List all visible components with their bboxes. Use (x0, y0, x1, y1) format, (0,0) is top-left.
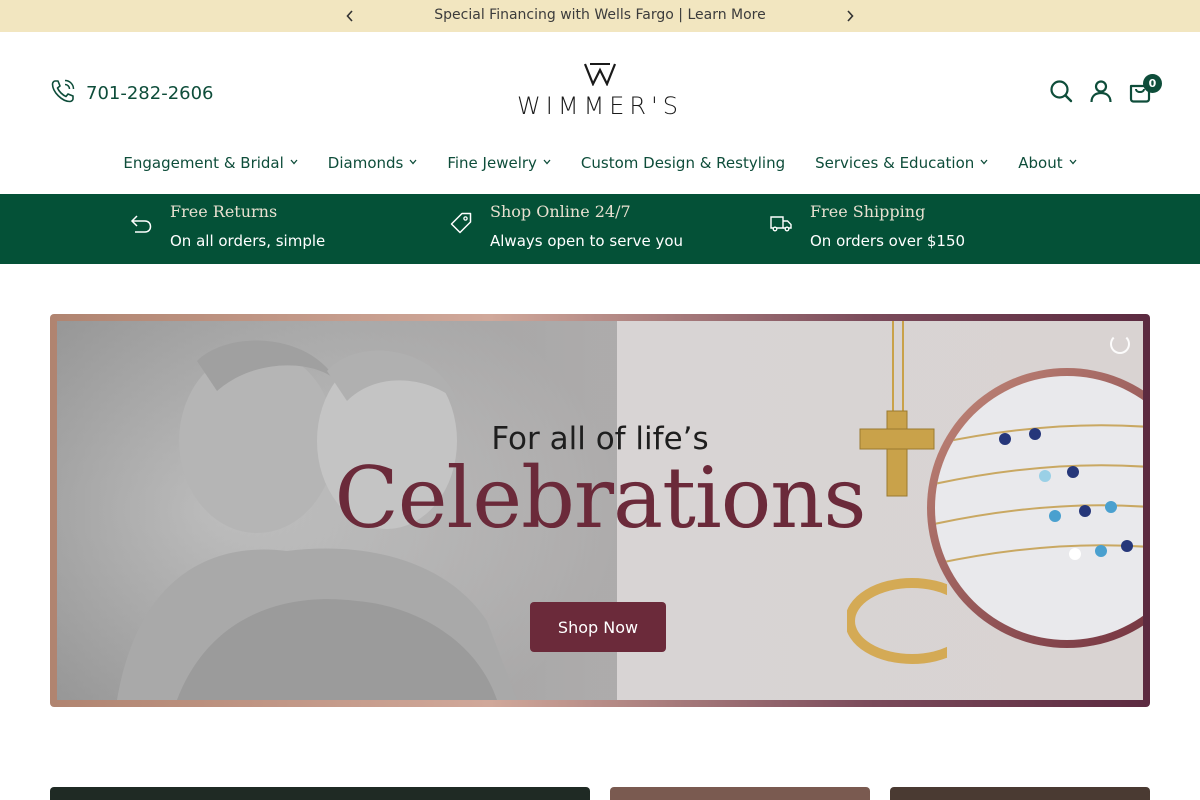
nav-item-custom-design-restyling[interactable]: Custom Design & Restyling (566, 152, 800, 174)
nav-item-engagement-bridal[interactable]: Engagement & Bridal (108, 152, 312, 174)
user-icon[interactable] (1089, 79, 1113, 103)
tag-icon (450, 212, 472, 234)
benefits-strip: Free Returns On all orders, simple Shop … (0, 194, 1200, 264)
nav-item-label: Custom Design & Restyling (580, 154, 786, 172)
benefit-title: Free Shipping (810, 202, 926, 221)
chevron-down-icon (980, 158, 988, 168)
nav-item-label: Engagement & Bridal (123, 154, 284, 172)
hero-headline-large: Celebrations (334, 449, 867, 547)
benefit-title: Shop Online 24/7 (490, 202, 631, 221)
benefit-title: Free Returns (170, 202, 278, 221)
nav-item-label: Services & Education (815, 154, 975, 172)
hero-image: For all of life’s Celebrations Shop Now (57, 321, 1143, 700)
main-nav: Engagement & Bridal Diamonds Fine Jewelry C… (0, 152, 1200, 174)
nav-item-label: Diamonds (327, 154, 404, 172)
benefit-subtitle: Always open to serve you (490, 232, 684, 250)
logo-mark-icon (584, 63, 616, 86)
phone-icon (50, 78, 76, 108)
phone-link[interactable]: 701-282-2606 (50, 78, 214, 108)
chevron-right-icon[interactable] (842, 8, 858, 24)
loading-spinner-icon (1110, 334, 1130, 354)
wimmers-logo[interactable]: WIMMER'S (514, 62, 686, 120)
feature-card-1[interactable] (50, 787, 590, 800)
nav-item-label: About (1018, 154, 1063, 172)
shop-now-button[interactable]: Shop Now (530, 602, 666, 652)
chevron-down-icon (1069, 158, 1077, 168)
return-arrow-icon (130, 215, 152, 233)
hero-banner[interactable]: For all of life’s Celebrations Shop Now (50, 314, 1150, 707)
feature-card-3[interactable] (890, 787, 1150, 800)
logo-wordmark: WIMMER'S (517, 92, 683, 120)
cart-count-badge: 0 (1143, 74, 1162, 93)
chevron-down-icon (290, 158, 298, 168)
chevron-down-icon (543, 158, 551, 168)
nav-item-services-education[interactable]: Services & Education (800, 152, 1003, 174)
search-icon[interactable] (1049, 79, 1073, 103)
phone-number[interactable]: 701-282-2606 (86, 83, 214, 104)
benefit-subtitle: On all orders, simple (170, 232, 326, 250)
feature-card-2[interactable] (610, 787, 870, 800)
nav-item-fine-jewelry[interactable]: Fine Jewelry (432, 152, 566, 174)
announcement-text[interactable]: Special Financing with Wells Fargo | Lea… (0, 7, 1200, 23)
nav-item-label: Fine Jewelry (447, 154, 537, 172)
announcement-bar: Special Financing with Wells Fargo | Lea… (0, 0, 1200, 32)
chevron-down-icon (409, 158, 417, 168)
truck-icon (770, 216, 792, 232)
nav-item-about[interactable]: About (1003, 152, 1091, 174)
benefit-subtitle: On orders over $150 (810, 232, 966, 250)
nav-item-diamonds[interactable]: Diamonds (313, 152, 433, 174)
